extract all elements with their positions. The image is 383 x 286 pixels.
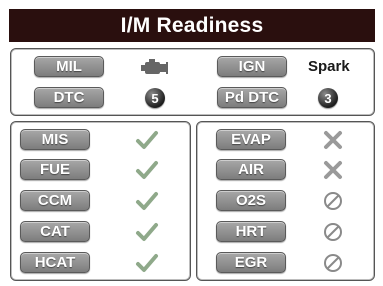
check-icon bbox=[135, 159, 159, 181]
monitor-row: MIS bbox=[10, 125, 189, 155]
evap-monitor-button[interactable]: EVAP bbox=[216, 129, 286, 150]
not-supported-icon bbox=[321, 221, 345, 243]
ign-button[interactable]: IGN bbox=[217, 56, 287, 77]
monitor-row: AIR bbox=[196, 155, 373, 185]
monitor-label: HRT bbox=[235, 223, 267, 240]
pending-dtc-label: Pd DTC bbox=[224, 89, 280, 106]
check-icon bbox=[135, 252, 159, 274]
monitor-row: CAT bbox=[10, 217, 189, 247]
monitor-row: HRT bbox=[196, 217, 373, 247]
ign-value: Spark bbox=[308, 58, 350, 75]
x-icon bbox=[321, 159, 345, 181]
page-title-bar: I/M Readiness bbox=[9, 9, 375, 42]
mis-monitor-button[interactable]: MIS bbox=[20, 129, 90, 150]
summary-panel: MIL IGN Spark DTC 5 Pd DTC 3 bbox=[10, 48, 375, 116]
monitor-label: CAT bbox=[40, 223, 70, 240]
monitor-label: O2S bbox=[235, 192, 266, 209]
ccm-monitor-button[interactable]: CCM bbox=[20, 190, 90, 211]
monitor-label: CCM bbox=[37, 192, 73, 209]
o2s-monitor-button[interactable]: O2S bbox=[216, 190, 286, 211]
dtc-count-badge: 5 bbox=[145, 88, 165, 108]
ign-label: IGN bbox=[238, 58, 266, 75]
monitor-row: CCM bbox=[10, 186, 189, 216]
egr-monitor-button[interactable]: EGR bbox=[216, 252, 286, 273]
monitor-row: EGR bbox=[196, 248, 373, 278]
monitor-row: HCAT bbox=[10, 248, 189, 278]
fue-monitor-button[interactable]: FUE bbox=[20, 159, 90, 180]
pending-dtc-count-badge: 3 bbox=[318, 88, 338, 108]
monitor-row: FUE bbox=[10, 155, 189, 185]
engine-icon bbox=[139, 57, 169, 77]
check-icon bbox=[135, 221, 159, 243]
pending-dtc-count: 3 bbox=[324, 90, 332, 106]
monitor-label: MIS bbox=[41, 131, 69, 148]
pending-dtc-button[interactable]: Pd DTC bbox=[217, 87, 287, 108]
monitor-row: O2S bbox=[196, 186, 373, 216]
page-title: I/M Readiness bbox=[120, 13, 264, 37]
monitor-label: EVAP bbox=[231, 131, 271, 148]
monitor-label: AIR bbox=[238, 161, 264, 178]
monitor-label: EGR bbox=[234, 254, 268, 271]
hrt-monitor-button[interactable]: HRT bbox=[216, 221, 286, 242]
dtc-label: DTC bbox=[53, 89, 85, 106]
mil-button[interactable]: MIL bbox=[34, 56, 104, 77]
check-icon bbox=[135, 129, 159, 151]
check-icon bbox=[135, 190, 159, 212]
hcat-monitor-button[interactable]: HCAT bbox=[20, 252, 90, 273]
monitor-row: EVAP bbox=[196, 125, 373, 155]
not-supported-icon bbox=[321, 190, 345, 212]
cat-monitor-button[interactable]: CAT bbox=[20, 221, 90, 242]
monitor-label: HCAT bbox=[34, 254, 76, 271]
air-monitor-button[interactable]: AIR bbox=[216, 159, 286, 180]
dtc-count: 5 bbox=[151, 90, 159, 106]
dtc-button[interactable]: DTC bbox=[34, 87, 104, 108]
monitor-label: FUE bbox=[40, 161, 70, 178]
mil-label: MIL bbox=[56, 58, 82, 75]
x-icon bbox=[321, 129, 345, 151]
not-supported-icon bbox=[321, 252, 345, 274]
